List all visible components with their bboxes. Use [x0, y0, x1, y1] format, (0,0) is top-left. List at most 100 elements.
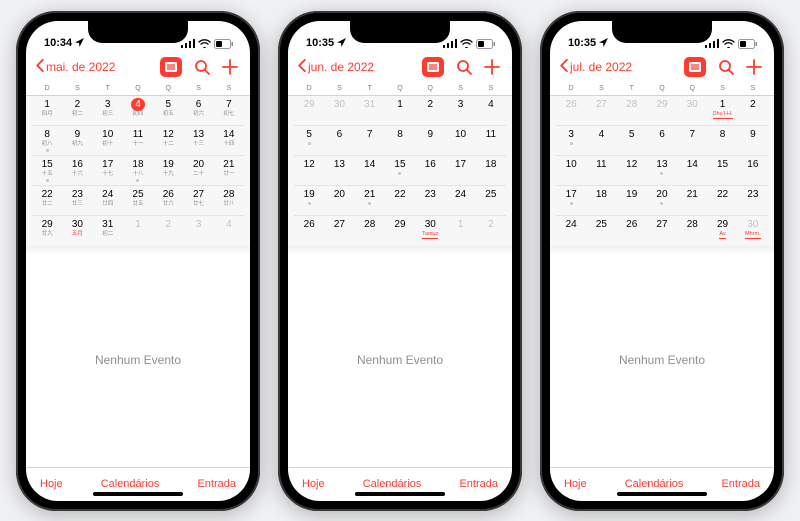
day-cell[interactable]: 20 [647, 186, 677, 215]
day-cell[interactable]: 7 [677, 126, 707, 155]
day-cell[interactable]: 30Tamuz [415, 216, 445, 246]
day-cell[interactable]: 29Av [707, 216, 737, 246]
day-cell[interactable]: 14十四 [214, 126, 244, 155]
day-cell[interactable]: 18十八 [123, 156, 153, 185]
day-cell[interactable]: 6 [324, 126, 354, 155]
today-button[interactable]: Hoje [564, 478, 587, 490]
calendars-button[interactable]: Calendários [101, 478, 160, 490]
day-cell[interactable]: 6初六 [183, 96, 213, 125]
events-list[interactable]: Nenhum Evento [26, 254, 250, 467]
home-indicator[interactable] [93, 492, 183, 496]
home-indicator[interactable] [617, 492, 707, 496]
day-cell[interactable]: 23 [738, 186, 768, 215]
day-cell[interactable]: 4初四 [123, 96, 153, 125]
day-cell[interactable]: 29 [647, 96, 677, 125]
day-cell[interactable]: 17 [556, 186, 586, 215]
day-cell[interactable]: 21 [677, 186, 707, 215]
day-cell[interactable]: 25 [586, 216, 616, 246]
day-cell[interactable]: 28 [617, 96, 647, 125]
day-cell[interactable]: 12十二 [153, 126, 183, 155]
day-cell[interactable]: 19 [294, 186, 324, 215]
day-cell[interactable]: 24 [445, 186, 475, 215]
day-cell[interactable]: 26 [294, 216, 324, 246]
search-button[interactable] [456, 59, 472, 75]
day-cell[interactable]: 24 [556, 216, 586, 246]
day-cell[interactable]: 21 [355, 186, 385, 215]
back-button[interactable]: jun. de 2022 [298, 59, 422, 75]
day-cell[interactable]: 20二十 [183, 156, 213, 185]
month-grid[interactable]: 1四月2初二3初三4初四5初五6初六7初七8初八9初九10初十11十一12十二1… [26, 96, 250, 246]
day-cell[interactable]: 16 [415, 156, 445, 185]
day-cell[interactable]: 17十七 [93, 156, 123, 185]
today-button[interactable]: Hoje [40, 478, 63, 490]
day-cell[interactable]: 29 [294, 96, 324, 125]
day-cell[interactable]: 22 [385, 186, 415, 215]
day-cell[interactable]: 1四月 [32, 96, 62, 125]
inbox-button[interactable]: Entrada [197, 478, 236, 490]
day-cell[interactable]: 13十三 [183, 126, 213, 155]
day-cell[interactable]: 8 [707, 126, 737, 155]
inbox-button[interactable]: Entrada [459, 478, 498, 490]
day-cell[interactable]: 22 [707, 186, 737, 215]
month-grid[interactable]: 2930311234567891011121314151617181920212… [288, 96, 512, 246]
day-cell[interactable]: 21廿一 [214, 156, 244, 185]
day-cell[interactable]: 30五月 [62, 216, 92, 246]
day-cell[interactable]: 2 [415, 96, 445, 125]
day-cell[interactable]: 1 [445, 216, 475, 246]
day-cell[interactable]: 23 [415, 186, 445, 215]
day-cell[interactable]: 11 [476, 126, 506, 155]
day-cell[interactable]: 1Dhuʻl-H. [707, 96, 737, 125]
day-cell[interactable]: 29廿九 [32, 216, 62, 246]
month-grid[interactable]: 26272829301Dhuʻl-H.234567891011121314151… [550, 96, 774, 246]
list-view-button[interactable] [422, 57, 444, 77]
day-cell[interactable]: 18 [476, 156, 506, 185]
day-cell[interactable]: 5 [617, 126, 647, 155]
day-cell[interactable]: 22廿二 [32, 186, 62, 215]
day-cell[interactable]: 19 [617, 186, 647, 215]
day-cell[interactable]: 8初八 [32, 126, 62, 155]
home-indicator[interactable] [355, 492, 445, 496]
events-list[interactable]: Nenhum Evento [550, 254, 774, 467]
day-cell[interactable]: 16十六 [62, 156, 92, 185]
day-cell[interactable]: 14 [677, 156, 707, 185]
calendars-button[interactable]: Calendários [363, 478, 422, 490]
day-cell[interactable]: 3 [556, 126, 586, 155]
day-cell[interactable]: 27 [324, 216, 354, 246]
day-cell[interactable]: 26 [617, 216, 647, 246]
add-event-button[interactable] [484, 59, 500, 75]
day-cell[interactable]: 23廿三 [62, 186, 92, 215]
day-cell[interactable]: 9初九 [62, 126, 92, 155]
day-cell[interactable]: 19十九 [153, 156, 183, 185]
day-cell[interactable]: 27 [647, 216, 677, 246]
day-cell[interactable]: 7初七 [214, 96, 244, 125]
day-cell[interactable]: 15 [385, 156, 415, 185]
day-cell[interactable]: 13 [647, 156, 677, 185]
day-cell[interactable]: 10 [445, 126, 475, 155]
day-cell[interactable]: 27 [586, 96, 616, 125]
calendars-button[interactable]: Calendários [625, 478, 684, 490]
day-cell[interactable]: 3 [445, 96, 475, 125]
day-cell[interactable]: 7 [355, 126, 385, 155]
day-cell[interactable]: 31初二 [93, 216, 123, 246]
today-button[interactable]: Hoje [302, 478, 325, 490]
day-cell[interactable]: 30Mhrm. [738, 216, 768, 246]
list-view-button[interactable] [684, 57, 706, 77]
day-cell[interactable]: 27廿七 [183, 186, 213, 215]
day-cell[interactable]: 6 [647, 126, 677, 155]
day-cell[interactable]: 13 [324, 156, 354, 185]
day-cell[interactable]: 11十一 [123, 126, 153, 155]
day-cell[interactable]: 9 [738, 126, 768, 155]
day-cell[interactable]: 15 [707, 156, 737, 185]
day-cell[interactable]: 26廿六 [153, 186, 183, 215]
day-cell[interactable]: 25廿五 [123, 186, 153, 215]
back-button[interactable]: jul. de 2022 [560, 59, 684, 75]
day-cell[interactable]: 10 [556, 156, 586, 185]
day-cell[interactable]: 5 [294, 126, 324, 155]
day-cell[interactable]: 17 [445, 156, 475, 185]
day-cell[interactable]: 29 [385, 216, 415, 246]
day-cell[interactable]: 18 [586, 186, 616, 215]
day-cell[interactable]: 2初二 [62, 96, 92, 125]
inbox-button[interactable]: Entrada [721, 478, 760, 490]
day-cell[interactable]: 12 [294, 156, 324, 185]
day-cell[interactable]: 4 [586, 126, 616, 155]
